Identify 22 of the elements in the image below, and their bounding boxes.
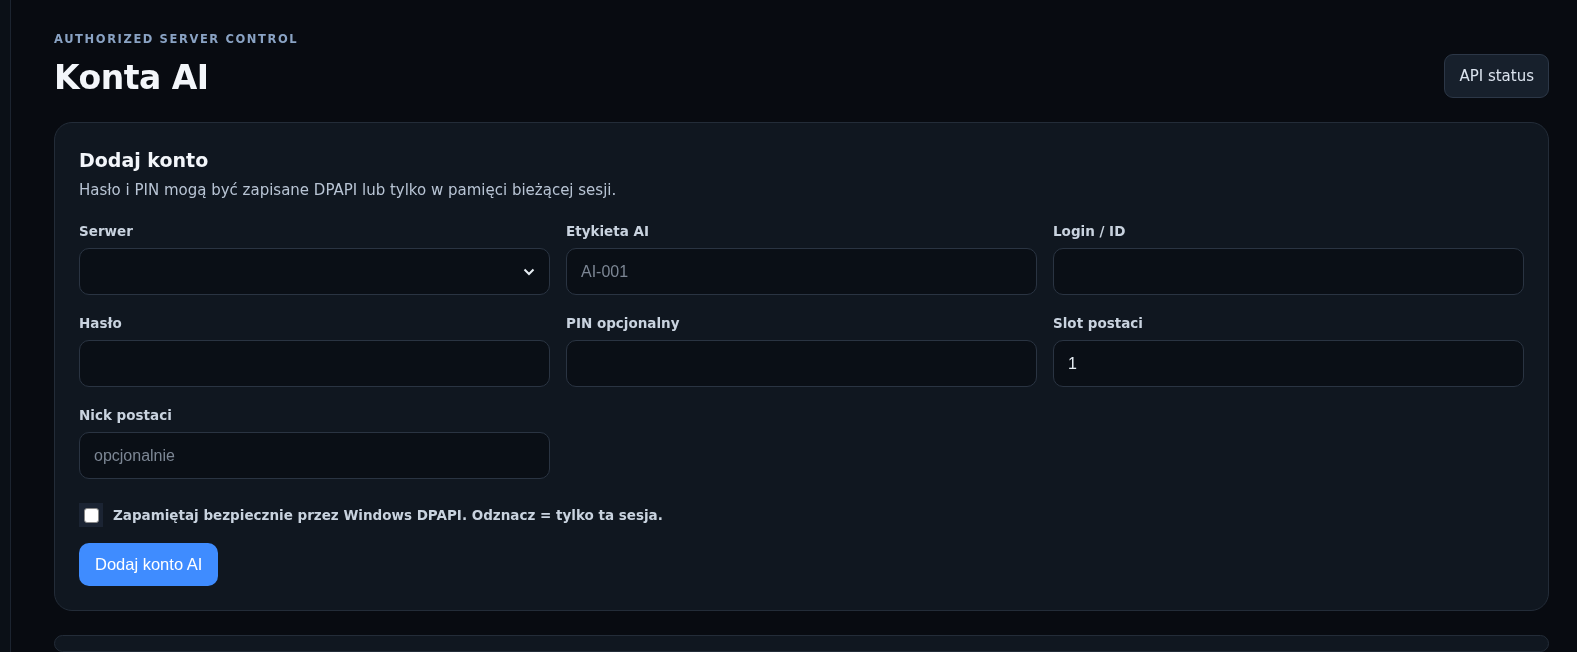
chevron-down-icon <box>523 267 535 276</box>
server-select[interactable] <box>79 248 550 295</box>
field-label: Login / ID <box>1053 223 1127 239</box>
input-field[interactable] <box>1053 248 1524 295</box>
field-label: Etykieta AI <box>566 223 650 239</box>
input-field[interactable] <box>79 340 550 387</box>
field-label: Hasło <box>79 315 123 331</box>
field-label: Slot postaci <box>1053 315 1144 331</box>
remember-checkbox[interactable] <box>79 503 103 527</box>
field-label: PIN opcjonalny <box>566 315 681 331</box>
card-title: Dodaj konto <box>79 149 210 171</box>
input-field[interactable] <box>566 340 1037 387</box>
page-title: Konta AI <box>54 58 210 97</box>
input-field[interactable]: AI-001 <box>566 248 1037 295</box>
eyebrow-label: AUTHORIZED SERVER CONTROL <box>54 32 299 46</box>
api-status-button[interactable]: API status <box>1444 54 1549 98</box>
field-label: Nick postaci <box>79 407 173 423</box>
field-label: Serwer <box>79 223 134 239</box>
card-description: Hasło i PIN mogą być zapisane DPAPI lub tylko w pamięci bieżącej sesji. <box>79 181 618 199</box>
input-field[interactable]: opcjonalnie <box>79 432 550 479</box>
checkbox-label: Zapamiętaj bezpiecznie przez Windows DPAPI. Odznacz = tylko ta sesja. <box>113 507 663 523</box>
input-field[interactable]: 1 <box>1053 340 1524 387</box>
